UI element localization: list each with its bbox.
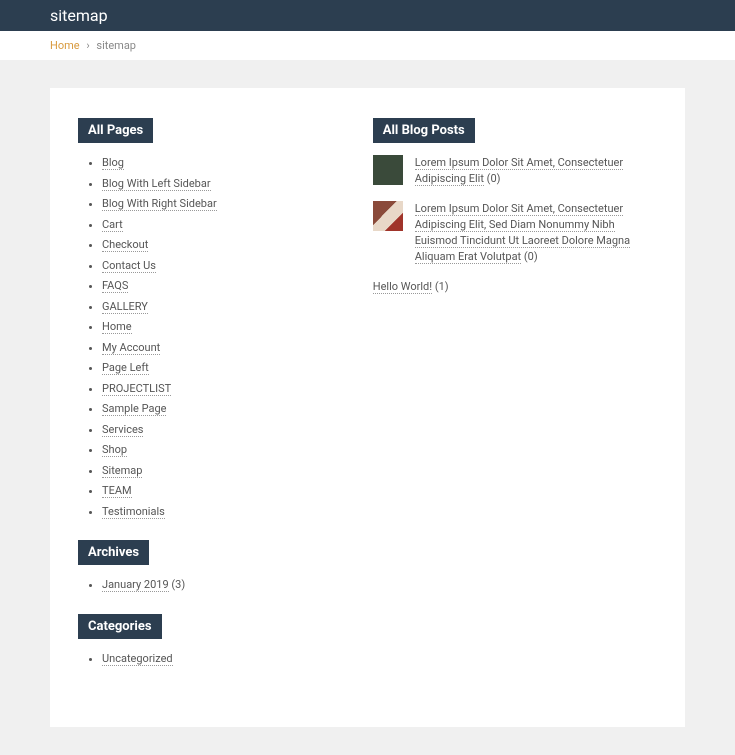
page-link[interactable]: Blog With Left Sidebar (102, 177, 211, 191)
archives-list: January 2019 (3) (78, 577, 333, 594)
list-item: Sample Page (102, 401, 333, 418)
list-item: Contact Us (102, 258, 333, 275)
post-thumbnail[interactable] (373, 201, 403, 231)
list-item: Blog With Right Sidebar (102, 196, 333, 213)
page-link[interactable]: Shop (102, 443, 127, 457)
list-item: Blog With Left Sidebar (102, 176, 333, 193)
breadcrumb: Home › sitemap (0, 31, 735, 60)
archive-count: (3) (169, 578, 186, 591)
page-link[interactable]: Blog (102, 156, 124, 170)
page-link[interactable]: Contact Us (102, 259, 156, 273)
page-link[interactable]: Cart (102, 218, 123, 232)
archives-heading: Archives (78, 540, 149, 565)
page-link[interactable]: Blog With Right Sidebar (102, 197, 217, 211)
right-column: All Blog Posts Lorem Ipsum Dolor Sit Ame… (373, 118, 657, 687)
breadcrumb-current: sitemap (96, 39, 136, 52)
page-link[interactable]: Page Left (102, 361, 149, 375)
post-title-link[interactable]: Lorem Ipsum Dolor Sit Amet, Consectetuer… (415, 156, 623, 186)
page-link[interactable]: Checkout (102, 238, 148, 252)
list-item: Testimonials (102, 504, 333, 521)
list-item: Checkout (102, 237, 333, 254)
post-body: Lorem Ipsum Dolor Sit Amet, Consectetuer… (415, 201, 657, 265)
blog-post-item: Lorem Ipsum Dolor Sit Amet, Consectetuer… (373, 155, 657, 187)
page-header: sitemap (0, 0, 735, 31)
page-title: sitemap (50, 6, 108, 25)
post-comment-count: (0) (521, 250, 538, 263)
list-item: GALLERY (102, 299, 333, 316)
breadcrumb-separator: › (86, 39, 89, 52)
all-pages-heading: All Pages (78, 118, 153, 143)
list-item: FAQS (102, 278, 333, 295)
list-item: PROJECTLIST (102, 381, 333, 398)
list-item: Page Left (102, 360, 333, 377)
post-body: Lorem Ipsum Dolor Sit Amet, Consectetuer… (415, 155, 657, 187)
page-link[interactable]: Sitemap (102, 464, 142, 478)
list-item: Shop (102, 442, 333, 459)
page-link[interactable]: FAQS (102, 279, 128, 293)
categories-list: Uncategorized (78, 651, 333, 668)
list-item: TEAM (102, 483, 333, 500)
post-thumbnail[interactable] (373, 155, 403, 185)
page-link[interactable]: Sample Page (102, 402, 166, 416)
list-item: Home (102, 319, 333, 336)
blog-post-item: Hello World! (1) (373, 279, 657, 295)
pages-list: Blog Blog With Left Sidebar Blog With Righ… (78, 155, 333, 520)
post-comment-count: (1) (432, 280, 449, 293)
category-link[interactable]: Uncategorized (102, 652, 173, 666)
archive-link[interactable]: January 2019 (102, 578, 169, 592)
main-content: All Pages BlogBlog With Left SidebarBlog… (50, 88, 685, 727)
categories-heading: Categories (78, 614, 162, 639)
list-item: Services (102, 422, 333, 439)
list-item: Uncategorized (102, 651, 333, 668)
page-link[interactable]: My Account (102, 341, 160, 355)
page-link[interactable]: Services (102, 423, 143, 437)
page-link[interactable]: GALLERY (102, 300, 148, 314)
list-item: January 2019 (3) (102, 577, 333, 594)
page-link[interactable]: Testimonials (102, 505, 165, 519)
blog-posts-list: Lorem Ipsum Dolor Sit Amet, Consectetuer… (373, 155, 657, 295)
list-item: Sitemap (102, 463, 333, 480)
page-link[interactable]: TEAM (102, 484, 132, 498)
list-item: My Account (102, 340, 333, 357)
all-blog-posts-section: All Blog Posts Lorem Ipsum Dolor Sit Ame… (373, 118, 657, 295)
post-title-link[interactable]: Hello World! (373, 280, 432, 294)
post-comment-count: (0) (484, 172, 501, 185)
page-link[interactable]: Home (102, 320, 132, 334)
categories-section: Categories Uncategorized (78, 614, 333, 668)
all-pages-section: All Pages BlogBlog With Left SidebarBlog… (78, 118, 333, 520)
list-item: Cart (102, 217, 333, 234)
all-blog-posts-heading: All Blog Posts (373, 118, 475, 143)
left-column: All Pages BlogBlog With Left SidebarBlog… (78, 118, 333, 687)
blog-post-item: Lorem Ipsum Dolor Sit Amet, Consectetuer… (373, 201, 657, 265)
list-item: Blog (102, 155, 333, 172)
archives-section: Archives January 2019 (3) (78, 540, 333, 594)
page-link[interactable]: PROJECTLIST (102, 382, 171, 396)
post-body: Hello World! (1) (373, 279, 449, 295)
breadcrumb-home-link[interactable]: Home (50, 39, 80, 52)
